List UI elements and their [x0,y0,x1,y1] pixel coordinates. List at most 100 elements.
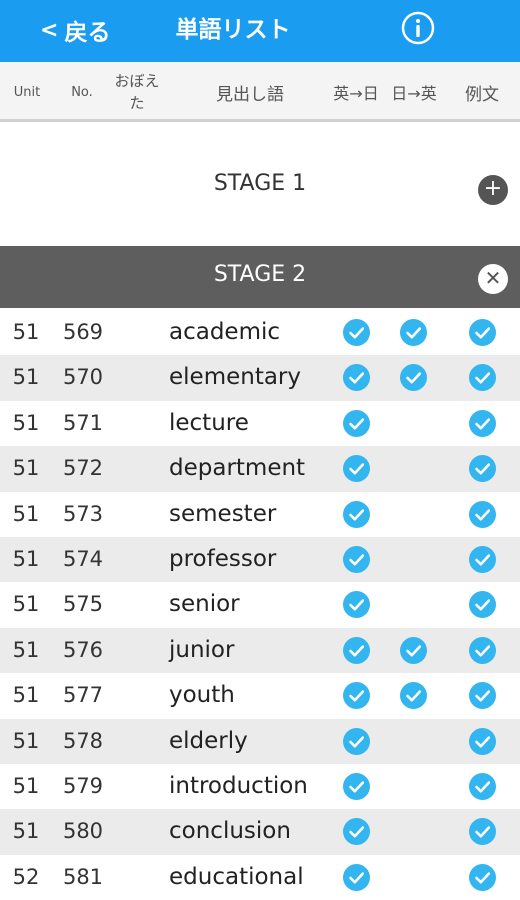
word-row[interactable]: 51 576 junior [0,627,520,674]
collapse-close-icon[interactable]: ✕ [478,264,508,294]
en-ja-check-icon[interactable] [343,364,370,392]
number-cell: 571 [62,410,104,435]
expand-plus-icon[interactable]: + [478,175,508,205]
en-ja-check-icon[interactable] [343,409,370,437]
column-en-ja: 英→日 [333,84,379,103]
number-cell: 574 [62,546,104,571]
unit-cell: 52 [12,864,40,889]
number-cell: 573 [62,501,104,526]
headword-cell: junior [169,636,235,663]
ja-en-check-icon[interactable] [400,364,427,392]
headword-cell: lecture [169,409,249,436]
column-headword: 見出し語 [216,84,284,105]
example-check-icon[interactable] [469,772,496,800]
headword-cell: senior [169,591,240,618]
unit-cell: 51 [12,728,40,753]
unit-cell: 51 [12,546,40,571]
unit-cell: 51 [12,501,40,526]
column-header: Unit No. おぼえた 見出し語 英→日 日→英 例文 [0,62,520,122]
number-cell: 575 [62,592,104,617]
column-unit: Unit [13,84,41,100]
example-check-icon[interactable] [469,636,496,664]
example-check-icon[interactable] [469,591,496,619]
headword-cell: elderly [169,727,248,754]
headword-cell: academic [169,319,281,345]
word-row[interactable]: 51 573 semester [0,492,520,537]
number-cell: 569 [62,320,104,344]
unit-cell: 51 [12,365,40,390]
word-list: 51 569 academic 51 570 elementary 51 571 lectu… [0,310,520,900]
example-check-icon[interactable] [469,409,496,437]
number-cell: 580 [62,819,104,844]
number-cell: 576 [62,637,104,662]
headword-cell: elementary [169,364,302,391]
unit-cell: 51 [12,773,40,798]
word-row[interactable]: 52 581 educational [0,855,520,900]
stage-2-label: STAGE 2 [213,262,307,287]
en-ja-check-icon[interactable] [343,727,370,755]
headword-cell: department [169,455,306,482]
example-check-icon[interactable] [469,727,496,755]
word-row[interactable]: 51 570 elementary [0,355,520,401]
number-cell: 572 [62,456,104,481]
en-ja-check-icon[interactable] [343,500,370,528]
number-cell: 578 [62,728,104,753]
ja-en-check-icon[interactable] [400,636,427,664]
headword-cell: professor [169,545,277,572]
ja-en-check-icon[interactable] [400,319,427,346]
headword-cell: educational [169,863,304,890]
en-ja-check-icon[interactable] [343,772,370,800]
column-memorized: おぼえた [114,72,160,112]
example-check-icon[interactable] [469,818,496,846]
unit-cell: 51 [12,320,40,344]
en-ja-check-icon[interactable] [343,591,370,619]
column-number: No. [71,84,93,100]
word-row[interactable]: 51 569 academic [0,310,520,355]
stage-1-label: STAGE 1 [213,171,307,196]
en-ja-check-icon[interactable] [343,818,370,846]
number-cell: 570 [62,365,104,390]
page-title: 単語リスト [175,17,291,43]
en-ja-check-icon[interactable] [343,636,370,664]
word-row[interactable]: 51 572 department [0,446,520,492]
en-ja-check-icon[interactable] [343,455,370,483]
word-row[interactable]: 51 574 professor [0,536,520,583]
word-row[interactable]: 51 575 senior [0,582,520,627]
number-cell: 581 [62,864,104,889]
example-check-icon[interactable] [469,545,496,573]
word-row[interactable]: 51 571 lecture [0,401,520,446]
headword-cell: semester [169,500,277,527]
example-check-icon[interactable] [469,455,496,483]
en-ja-check-icon[interactable] [343,863,370,891]
headword-cell: introduction [169,772,308,799]
number-cell: 577 [62,683,104,708]
unit-cell: 51 [12,592,40,617]
example-check-icon[interactable] [469,364,496,392]
column-example: 例文 [465,84,499,105]
en-ja-check-icon[interactable] [343,682,370,710]
en-ja-check-icon[interactable] [343,319,370,346]
ja-en-check-icon[interactable] [400,682,427,710]
word-row[interactable]: 51 577 youth [0,673,520,718]
unit-cell: 51 [12,637,40,662]
info-icon[interactable] [400,10,436,46]
example-check-icon[interactable] [469,319,496,346]
word-row[interactable]: 51 578 elderly [0,718,520,764]
nav-bar: < 戻る 単語リスト [0,0,520,62]
en-ja-check-icon[interactable] [343,545,370,573]
headword-cell: conclusion [169,818,291,845]
stage-2-section[interactable]: STAGE 2 [0,246,520,308]
unit-cell: 51 [12,683,40,708]
unit-cell: 51 [12,819,40,844]
unit-cell: 51 [12,456,40,481]
example-check-icon[interactable] [469,682,496,710]
unit-cell: 51 [12,410,40,435]
number-cell: 579 [62,773,104,798]
stage-1-section[interactable]: STAGE 1 [0,155,520,219]
column-ja-en: 日→英 [391,84,437,103]
word-row[interactable]: 51 580 conclusion [0,809,520,855]
example-check-icon[interactable] [469,500,496,528]
word-row[interactable]: 51 579 introduction [0,764,520,809]
example-check-icon[interactable] [469,863,496,891]
headword-cell: youth [169,682,235,709]
